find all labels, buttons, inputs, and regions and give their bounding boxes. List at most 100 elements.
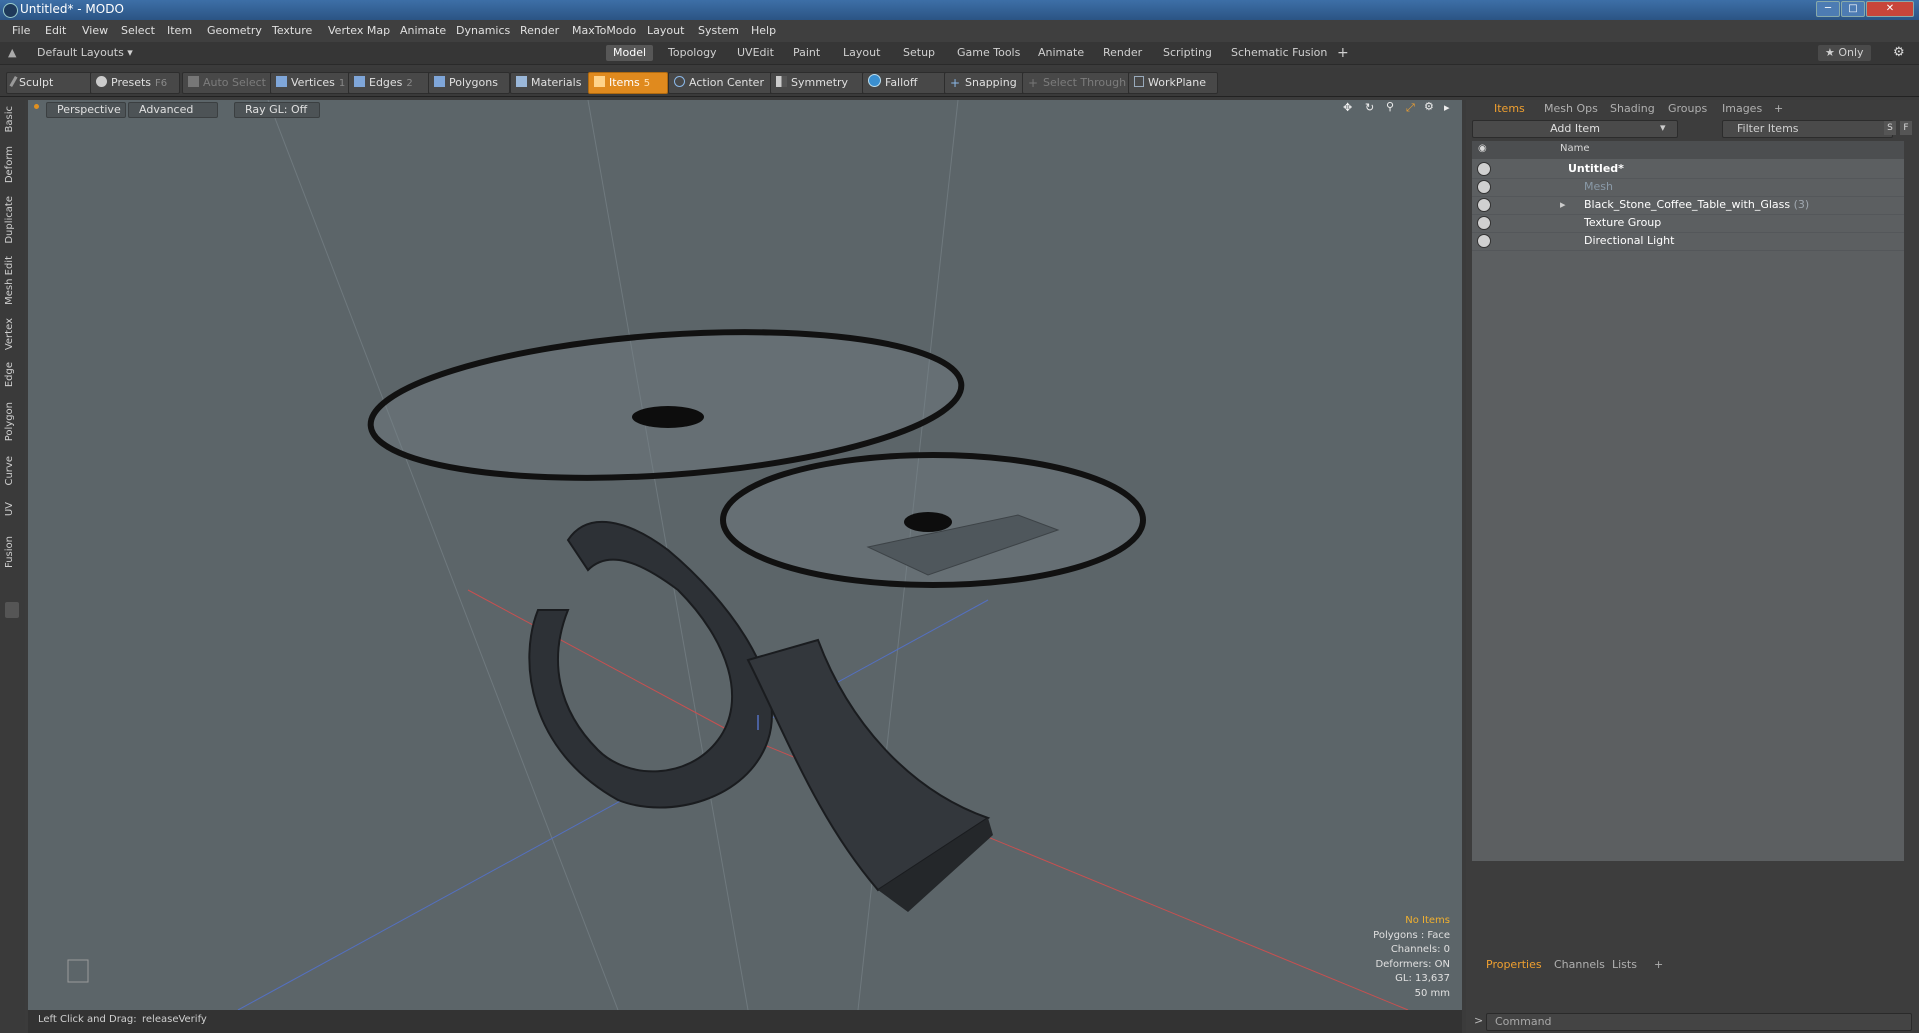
- vertices-button[interactable]: Vertices 1: [270, 72, 356, 94]
- move-view-icon[interactable]: ✥: [1343, 101, 1352, 114]
- tab-channels[interactable]: Channels: [1554, 958, 1605, 971]
- visibility-eye-icon[interactable]: [1477, 234, 1491, 248]
- column-name[interactable]: Name: [1560, 143, 1590, 154]
- 3d-viewport[interactable]: Perspective Advanced Ray GL: Off ✥ ↻ ⚲ ⤢…: [28, 100, 1462, 1010]
- tab-properties[interactable]: Properties: [1486, 958, 1542, 971]
- add-props-tab-button[interactable]: +: [1654, 958, 1663, 971]
- list-item[interactable]: ▸ Black_Stone_Coffee_Table_with_Glass (3…: [1472, 196, 1904, 215]
- tab-uv[interactable]: UV: [4, 502, 15, 516]
- minimize-button[interactable]: ─: [1816, 1, 1840, 17]
- tab-schematic-fusion[interactable]: Schematic Fusion: [1224, 45, 1334, 61]
- workplane-button[interactable]: WorkPlane: [1128, 72, 1218, 94]
- tab-items[interactable]: Items: [1494, 102, 1525, 115]
- view-perspective-button[interactable]: Perspective: [46, 102, 126, 118]
- snapping-button[interactable]: + Snapping: [944, 72, 1026, 94]
- presets-button[interactable]: Presets F6: [90, 72, 180, 94]
- close-button[interactable]: ✕: [1866, 1, 1914, 17]
- menu-maxtomodo[interactable]: MaxToModo: [572, 24, 636, 37]
- list-item[interactable]: Untitled*: [1472, 160, 1904, 179]
- auto-select-button[interactable]: Auto Select: [182, 72, 276, 94]
- filter-items-input[interactable]: Filter Items: [1722, 120, 1893, 138]
- menu-view[interactable]: View: [82, 24, 108, 37]
- viewport-expand-icon[interactable]: ▸: [1444, 101, 1450, 114]
- falloff-button[interactable]: Falloff: [862, 72, 950, 94]
- list-item[interactable]: Mesh: [1472, 178, 1904, 197]
- tab-uvedit[interactable]: UVEdit: [730, 45, 781, 61]
- gear-icon[interactable]: ⚙: [1893, 45, 1905, 60]
- visibility-eye-icon[interactable]: [1477, 180, 1491, 194]
- tab-lists[interactable]: Lists: [1612, 958, 1637, 971]
- rotate-view-icon[interactable]: ↻: [1365, 101, 1374, 114]
- menu-help[interactable]: Help: [751, 24, 776, 37]
- tab-shading[interactable]: Shading: [1610, 102, 1655, 115]
- tab-mesh-edit[interactable]: Mesh Edit: [4, 256, 15, 305]
- symmetry-button[interactable]: Symmetry: [770, 72, 866, 94]
- add-layout-tab-button[interactable]: +: [1330, 45, 1356, 61]
- menu-select[interactable]: Select: [121, 24, 155, 37]
- edges-button[interactable]: Edges 2: [348, 72, 434, 94]
- tab-duplicate[interactable]: Duplicate: [4, 196, 15, 244]
- tab-setup[interactable]: Setup: [896, 45, 942, 61]
- tab-render[interactable]: Render: [1096, 45, 1149, 61]
- tab-animate[interactable]: Animate: [1031, 45, 1091, 61]
- menu-animate[interactable]: Animate: [400, 24, 446, 37]
- falloff-icon: [868, 74, 881, 87]
- menu-render[interactable]: Render: [520, 24, 559, 37]
- menu-vertex-map[interactable]: Vertex Map: [328, 24, 390, 37]
- menu-bar: File Edit View Select Item Geometry Text…: [0, 20, 1919, 42]
- tab-scripting[interactable]: Scripting: [1156, 45, 1219, 61]
- add-item-dropdown[interactable]: Add Item: [1472, 120, 1678, 138]
- tab-polygon[interactable]: Polygon: [4, 402, 15, 441]
- menu-file[interactable]: File: [12, 24, 30, 37]
- tab-basic[interactable]: Basic: [4, 106, 15, 132]
- viewport-header: Perspective Advanced Ray GL: Off ✥ ↻ ⚲ ⤢…: [28, 100, 1462, 118]
- tab-groups[interactable]: Groups: [1668, 102, 1707, 115]
- add-panel-tab-button[interactable]: +: [1774, 102, 1783, 115]
- menu-dynamics[interactable]: Dynamics: [456, 24, 510, 37]
- tab-layout[interactable]: Layout: [836, 45, 887, 61]
- menu-edit[interactable]: Edit: [45, 24, 66, 37]
- maximize-button[interactable]: □: [1841, 1, 1865, 17]
- select-through-button[interactable]: + Select Through: [1022, 72, 1134, 94]
- filter-s-button[interactable]: S: [1884, 121, 1896, 135]
- action-center-button[interactable]: Action Center: [668, 72, 774, 94]
- menu-texture[interactable]: Texture: [272, 24, 312, 37]
- visibility-eye-icon[interactable]: [1477, 162, 1491, 176]
- polygons-button[interactable]: Polygons: [428, 72, 510, 94]
- tab-topology[interactable]: Topology: [661, 45, 724, 61]
- tab-edge[interactable]: Edge: [4, 362, 15, 387]
- zoom-view-icon[interactable]: ⚲: [1386, 100, 1394, 113]
- menu-layout[interactable]: Layout: [647, 24, 684, 37]
- tab-paint[interactable]: Paint: [786, 45, 827, 61]
- sculpt-button[interactable]: Sculpt: [6, 72, 94, 94]
- layout-toggle-icon[interactable]: ▲: [8, 46, 16, 59]
- tab-mesh-ops[interactable]: Mesh Ops: [1544, 102, 1598, 115]
- only-toggle-button[interactable]: ★ Only: [1818, 45, 1871, 61]
- shading-advanced-button[interactable]: Advanced: [128, 102, 218, 118]
- materials-button[interactable]: Materials: [510, 72, 592, 94]
- fit-view-icon[interactable]: ⤢: [1406, 101, 1415, 115]
- tab-images[interactable]: Images: [1722, 102, 1762, 115]
- visibility-eye-icon[interactable]: [1477, 198, 1491, 212]
- list-item[interactable]: Texture Group: [1472, 214, 1904, 233]
- visibility-eye-icon[interactable]: [1477, 216, 1491, 230]
- menu-system[interactable]: System: [698, 24, 739, 37]
- command-input[interactable]: Command: [1486, 1013, 1912, 1031]
- menu-item[interactable]: Item: [167, 24, 192, 37]
- tab-curve[interactable]: Curve: [4, 456, 15, 486]
- expand-arrow-icon[interactable]: ▸: [1560, 198, 1566, 211]
- filter-f-button[interactable]: F: [1900, 121, 1912, 135]
- items-button[interactable]: Items 5: [588, 72, 668, 94]
- tab-vertex[interactable]: Vertex: [4, 318, 15, 350]
- list-item[interactable]: Directional Light: [1472, 232, 1904, 251]
- toolbox-toggle-button[interactable]: [5, 602, 19, 618]
- default-layouts-dropdown[interactable]: Default Layouts ▾: [30, 45, 140, 61]
- chevron-down-icon[interactable]: ▾: [1660, 121, 1666, 134]
- tab-fusion[interactable]: Fusion: [4, 536, 15, 568]
- viewport-settings-icon[interactable]: ⚙: [1424, 100, 1434, 113]
- menu-geometry[interactable]: Geometry: [207, 24, 262, 37]
- tab-model[interactable]: Model: [606, 45, 654, 61]
- tab-deform[interactable]: Deform: [4, 146, 15, 183]
- ray-gl-button[interactable]: Ray GL: Off: [234, 102, 320, 118]
- tab-game-tools[interactable]: Game Tools: [950, 45, 1027, 61]
